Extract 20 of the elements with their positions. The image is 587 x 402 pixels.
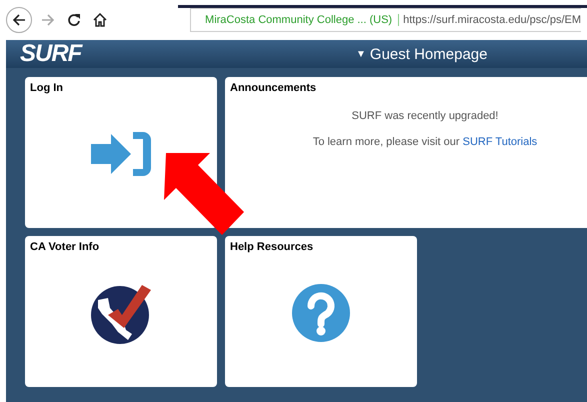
announcement-text: To learn more, please visit our SURF Tutorials [312, 136, 538, 148]
logo: SURF [20, 40, 82, 68]
back-arrow-icon[interactable] [12, 13, 26, 27]
tile-title: CA Voter Info [30, 241, 100, 253]
back-button[interactable] [6, 7, 32, 33]
tile-title: Announcements [230, 82, 318, 94]
url-text: https://surf.miracosta.edu/psc/ps/EM [403, 14, 581, 26]
tile-title: Log In [30, 82, 64, 94]
help-icon [292, 284, 350, 342]
tile[interactable]: Announcements SURF was recently upgraded! To learn more, please visit our SURF Tutorials [225, 77, 587, 228]
homepage-menu[interactable]: ▼ Guest Homepage [356, 46, 488, 62]
address-bar[interactable]: MiraCosta Community College ... (US) https://surf.miracosta.edu/psc/ps/EM [190, 8, 581, 32]
sign-in-icon [89, 130, 153, 178]
tutorials-link[interactable]: SURF Tutorials [462, 136, 538, 148]
voter-check-icon [90, 282, 152, 344]
tile[interactable]: Help Resources [225, 236, 417, 387]
tile[interactable]: CA Voter Info [25, 236, 217, 387]
announcement-text: SURF was recently upgraded! [352, 110, 498, 122]
tile-title: Help Resources [230, 241, 314, 253]
site-identity: MiraCosta Community College ... (US) [205, 14, 400, 26]
